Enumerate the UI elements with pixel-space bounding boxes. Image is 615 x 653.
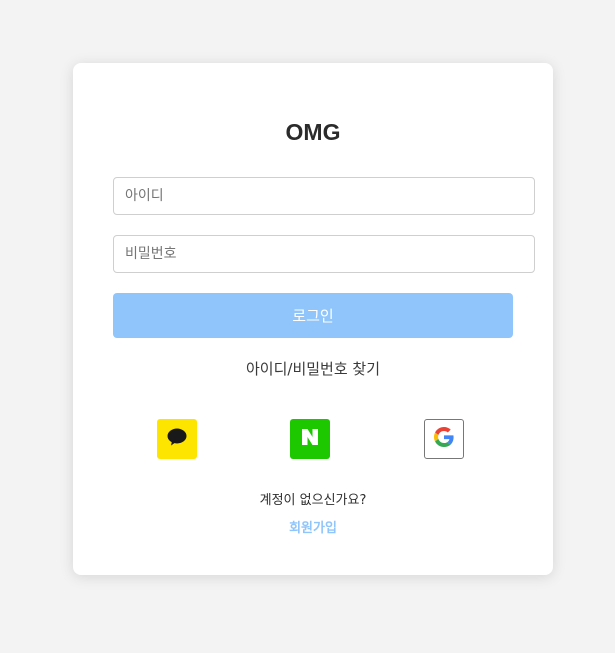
login-card: OMG 로그인 아이디/비밀번호 찾기 계정이 없으신 bbox=[73, 63, 553, 575]
google-g-icon bbox=[434, 427, 454, 451]
app-title: OMG bbox=[285, 119, 341, 145]
login-button[interactable]: 로그인 bbox=[113, 293, 513, 338]
google-login-button[interactable] bbox=[424, 419, 464, 459]
id-input[interactable] bbox=[113, 177, 535, 215]
naver-login-button[interactable] bbox=[290, 419, 330, 459]
signup-link[interactable]: 회원가입 bbox=[73, 517, 553, 536]
password-input[interactable] bbox=[113, 235, 535, 273]
kakao-speech-bubble-icon bbox=[167, 428, 187, 450]
signup-question: 계정이 없으신가요? bbox=[259, 493, 367, 508]
find-account-link[interactable]: 아이디/비밀번호 찾기 bbox=[73, 358, 553, 379]
naver-n-icon bbox=[301, 428, 319, 450]
kakao-login-button[interactable] bbox=[157, 419, 197, 459]
